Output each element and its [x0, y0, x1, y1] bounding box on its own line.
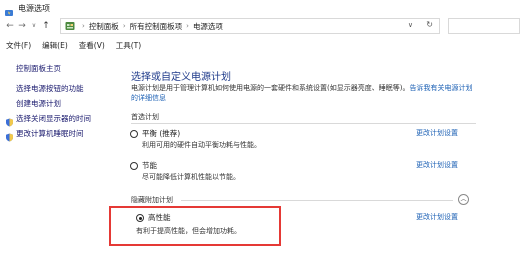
menu-edit[interactable]: 编辑(E) — [42, 40, 68, 51]
window-title: 电源选项 — [18, 3, 50, 13]
refresh-icon[interactable]: ↻ — [426, 20, 433, 29]
back-arrow-icon[interactable]: ← — [4, 20, 16, 32]
plan-power-saver-desc: 尽可能降低计算机性能以节能。 — [142, 173, 240, 181]
breadcrumb-separator: › — [122, 22, 126, 30]
section-divider — [131, 123, 476, 124]
search-input[interactable] — [448, 18, 520, 34]
highlight-box — [109, 206, 281, 246]
recent-locations-icon[interactable]: ∨ — [28, 20, 40, 32]
sidebar-link-display-off[interactable]: 选择关闭显示器的时间 — [16, 113, 91, 124]
menu-tools[interactable]: 工具(T) — [116, 40, 141, 51]
control-panel-icon — [65, 21, 75, 31]
address-dropdown-icon[interactable]: ∨ — [408, 21, 413, 29]
preferred-plans-label: 首选计划 — [131, 113, 159, 121]
forward-arrow-icon[interactable]: → — [16, 20, 28, 32]
sidebar: 控制面板主页 选择电源按钮的功能 创建电源计划 选择关闭显示器的时间 更改计算机… — [0, 52, 126, 272]
power-options-window: 电源选项 ← → ∨ ↑ › 控制面板 › 所有控制面板项 › 电源选项 ∨ ↻ — [0, 0, 520, 272]
description-text: 电源计划是用于管理计算机如何使用电源的一套硬件和系统设置(如显示器亮度、睡眠等)… — [131, 84, 410, 92]
hidden-plans-label[interactable]: 隐藏附加计划 — [131, 195, 173, 205]
page-title: 选择或自定义电源计划 — [131, 72, 231, 83]
breadcrumb-all-items[interactable]: 所有控制面板项 — [130, 21, 183, 32]
up-arrow-icon[interactable]: ↑ — [40, 20, 52, 32]
plan-power-saver-name[interactable]: 节能 — [142, 160, 157, 171]
navigation-row: ← → ∨ ↑ › 控制面板 › 所有控制面板项 › 电源选项 ∨ ↻ — [0, 16, 520, 36]
breadcrumb-separator: › — [186, 22, 189, 30]
menu-view[interactable]: 查看(V) — [79, 40, 105, 51]
radio-balanced[interactable] — [130, 130, 138, 138]
breadcrumb-power-options[interactable]: 电源选项 — [193, 21, 223, 32]
change-plan-settings-link[interactable]: 更改计划设置 — [416, 212, 458, 222]
section-divider — [181, 200, 453, 201]
learn-more-link[interactable]: 告诉我有关电源计划 — [409, 84, 472, 92]
title-bar: 电源选项 — [0, 0, 520, 16]
sidebar-link-create-plan[interactable]: 创建电源计划 — [16, 98, 61, 109]
sidebar-home-link[interactable]: 控制面板主页 — [16, 63, 61, 74]
sidebar-link-power-button[interactable]: 选择电源按钮的功能 — [16, 83, 84, 94]
menu-file[interactable]: 文件(F) — [6, 40, 31, 51]
plan-balanced-name[interactable]: 平衡 (推荐) — [142, 128, 180, 139]
learn-more-link-cont[interactable]: 的详细信息 — [131, 94, 166, 102]
shield-icon — [5, 127, 14, 142]
plan-balanced-desc: 利用可用的硬件自动平衡功耗与性能。 — [142, 141, 261, 149]
shield-icon — [5, 112, 14, 127]
breadcrumb-separator: › — [82, 22, 85, 30]
change-plan-settings-link[interactable]: 更改计划设置 — [416, 128, 458, 138]
change-plan-settings-link[interactable]: 更改计划设置 — [416, 160, 458, 170]
breadcrumb-control-panel[interactable]: 控制面板 — [89, 21, 119, 32]
collapse-icon[interactable]: ︿ — [458, 194, 469, 205]
menu-bar: 文件(F) 编辑(E) 查看(V) 工具(T) — [0, 38, 520, 52]
page-description: 电源计划是用于管理计算机如何使用电源的一套硬件和系统设置(如显示器亮度、睡眠等)… — [131, 83, 476, 103]
address-bar[interactable]: › 控制面板 › 所有控制面板项 › 电源选项 ∨ ↻ — [60, 18, 440, 34]
power-options-icon — [4, 3, 14, 16]
radio-power-saver[interactable] — [130, 162, 138, 170]
sidebar-link-sleep-time[interactable]: 更改计算机睡眠时间 — [16, 128, 84, 139]
